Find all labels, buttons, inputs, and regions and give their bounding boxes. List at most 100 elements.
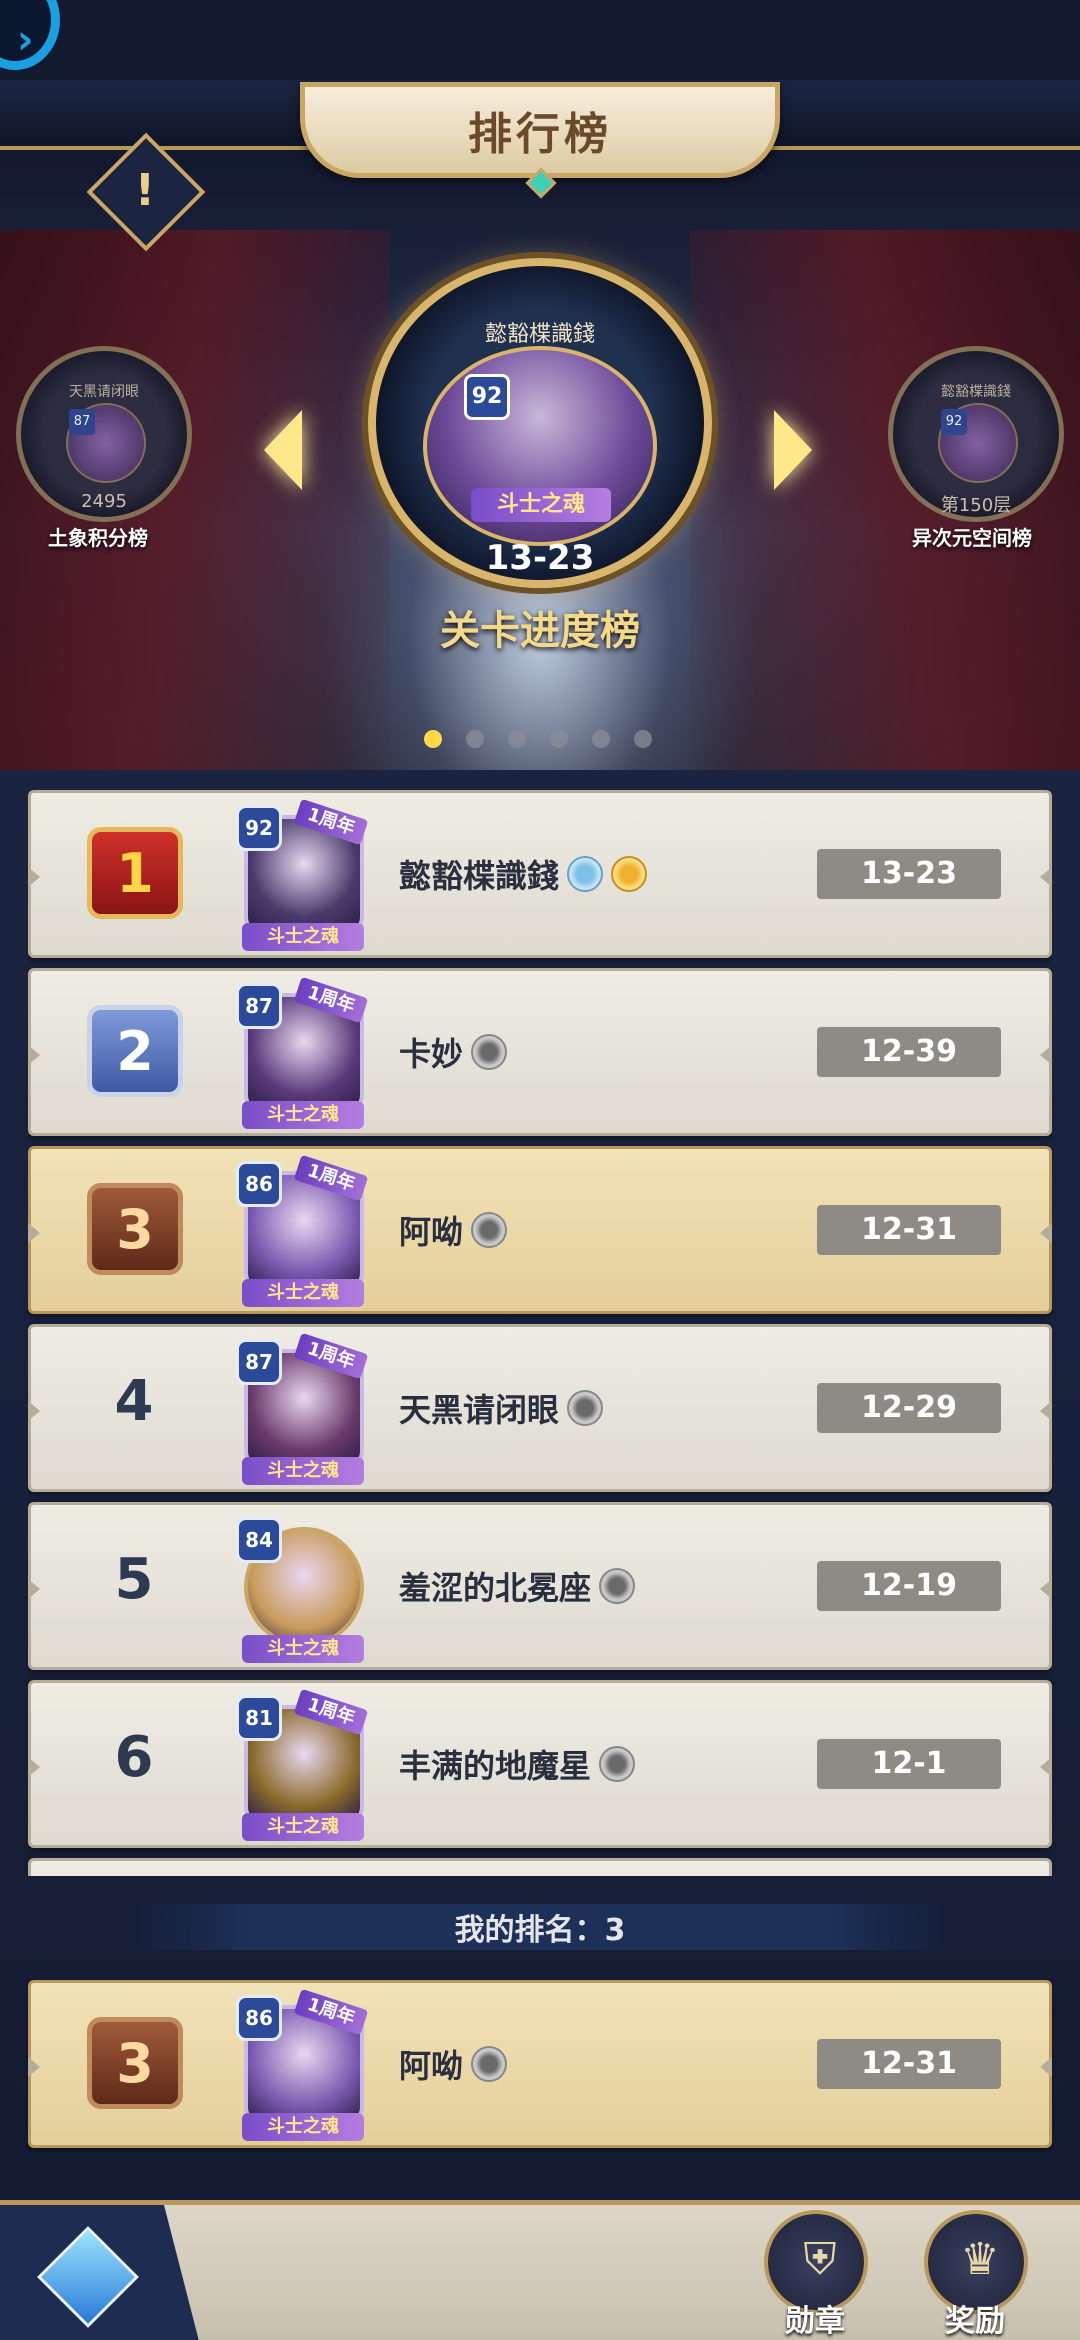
footer-bar [0,2200,1080,2340]
player-avatar[interactable]: 84 斗士之魂 [236,1517,366,1663]
featured-tag: 斗士之魂 [471,488,611,522]
rank-number: 4 [114,1369,154,1434]
medal-label[interactable]: 勋章 [760,2296,870,2340]
player-name: 卡妙 [399,1035,464,1073]
rank-badge-icon: 3 [87,2017,183,2109]
stage-progress: 12-29 [817,1383,1001,1433]
prev-board-arrow-icon[interactable] [264,410,302,490]
table-row[interactable]: 1 1周年 92 斗士之魂 懿豁楪識錢 13-23 [28,790,1052,958]
table-row[interactable]: 3 1周年 86 斗士之魂 阿呦 12-31 [28,1980,1052,2148]
rank-number: 6 [114,1725,154,1790]
player-name-cell: 阿呦 [399,2041,508,2087]
player-name-cell: 卡妙 [399,1029,508,1075]
right-board-name[interactable]: 异次元空间榜 [884,522,1060,551]
carousel-dot[interactable] [424,730,442,748]
carousel-dot[interactable] [508,730,526,748]
my-rank-label: 我的排名：3 [128,1904,952,1950]
info-icon: ! [134,164,156,216]
left-board-value: 2495 [81,491,127,512]
stage-progress: 13-23 [817,849,1001,899]
carousel-dot[interactable] [550,730,568,748]
trophy-icon: ♛ [960,2234,1000,2285]
stage-progress: 12-31 [817,2039,1001,2089]
level-badge: 86 [236,1995,282,2041]
player-name: 天黑请闭眼 [399,1391,560,1429]
featured-level: 92 [464,374,510,420]
rank-cell: 1 [79,821,189,933]
player-name-cell: 羞涩的北冕座 [399,1563,636,1609]
level-badge: 84 [236,1517,282,1563]
page-title: 排行榜 [468,109,612,160]
helmet-badge-icon [471,1034,508,1070]
right-board-value: 第150层 [940,495,1012,516]
stage-progress: 12-31 [817,1205,1001,1255]
carousel-indicator [424,730,652,748]
left-board-level: 87 [69,409,95,435]
helmet-badge-icon [567,1390,604,1426]
rank-cell: 2 [79,999,189,1111]
carousel-dot[interactable] [592,730,610,748]
player-avatar[interactable]: 1周年 87 斗士之魂 [236,1332,369,1485]
rank-cell: 4 [79,1355,189,1467]
status-bar-area [0,0,1080,80]
back-arrow-icon: › [17,17,34,63]
helmet-badge-icon [471,1212,508,1248]
featured-board-name: 关卡进度榜 [440,608,640,654]
soul-tag: 斗士之魂 [242,1457,364,1485]
crystal-icon [37,2226,139,2328]
rank-badge-icon: 1 [87,827,183,919]
featured-value: 13-23 [485,538,595,578]
soul-tag: 斗士之魂 [242,2113,364,2141]
rank-badge-icon: 3 [87,1183,183,1275]
soul-tag: 斗士之魂 [242,1279,364,1307]
table-row[interactable]: 6 1周年 81 斗士之魂 丰满的地魔星 12-1 [28,1680,1052,1848]
right-board-level: 92 [941,409,967,435]
table-row[interactable]: 4 1周年 87 斗士之魂 天黑请闭眼 12-29 [28,1324,1052,1492]
level-badge: 87 [236,983,282,1029]
right-board-medal[interactable]: 懿豁楪識錢 92 第150层 [888,346,1064,522]
table-row[interactable]: 2 1周年 87 斗士之魂 卡妙 12-39 [28,968,1052,1136]
shield-icon: ⛨ [803,2234,837,2285]
soul-tag: 斗士之魂 [242,1635,364,1663]
rank-badge-icon: 2 [87,1005,183,1097]
soul-tag: 斗士之魂 [242,923,364,951]
right-board-player: 懿豁楪識錢 [941,384,1011,400]
carousel-dot[interactable] [466,730,484,748]
left-board-player: 天黑请闭眼 [69,384,139,400]
player-avatar[interactable]: 1周年 86 斗士之魂 [236,1154,369,1307]
rank-cell: 3 [79,1177,189,1289]
featured-player-name: 懿豁楪識錢 [484,322,595,347]
player-name: 丰满的地魔星 [399,1747,592,1785]
helmet-badge-icon [599,1746,636,1782]
level-badge: 92 [236,805,282,851]
table-row-partial[interactable] [28,1858,1052,1876]
featured-board-medal[interactable]: 懿豁楪識錢 92 斗士之魂 13-23 [368,258,712,588]
left-board-medal[interactable]: 天黑请闭眼 87 2495 [16,346,192,522]
player-name-cell: 懿豁楪識錢 [399,851,648,897]
title-plaque: 排行榜 [300,82,780,178]
ranking-list[interactable]: 1 1周年 92 斗士之魂 懿豁楪識錢 13-23 2 1周年 87 斗士之魂 卡妙 12-39 3 1周… [28,790,1052,1876]
player-name: 羞涩的北冕座 [399,1569,592,1607]
footer-emblem [0,2205,200,2340]
my-rank-row: 3 1周年 86 斗士之魂 阿呦 12-31 [28,1980,1052,2148]
table-row[interactable]: 3 1周年 86 斗士之魂 阿呦 12-31 [28,1146,1052,1314]
player-avatar[interactable]: 1周年 81 斗士之魂 [236,1688,369,1841]
table-row[interactable]: 5 84 斗士之魂 羞涩的北冕座 12-19 [28,1502,1052,1670]
soul-tag: 斗士之魂 [242,1813,364,1841]
player-name: 阿呦 [399,2047,464,2085]
rank-number: 5 [114,1547,154,1612]
level-badge: 81 [236,1695,282,1741]
next-board-arrow-icon[interactable] [774,410,812,490]
tooth-badge-icon [567,856,604,892]
rank-cell: 6 [79,1711,189,1823]
reward-label[interactable]: 奖励 [920,2296,1030,2340]
helmet-badge-icon [599,1568,636,1604]
player-name: 阿呦 [399,1213,464,1251]
player-avatar[interactable]: 1周年 87 斗士之魂 [236,976,369,1129]
soul-tag: 斗士之魂 [242,1101,364,1129]
player-name: 懿豁楪識錢 [399,857,560,895]
carousel-dot[interactable] [634,730,652,748]
left-board-name[interactable]: 土象积分榜 [10,522,186,551]
player-avatar[interactable]: 1周年 92 斗士之魂 [236,798,369,951]
player-avatar[interactable]: 1周年 86 斗士之魂 [236,1988,369,2141]
